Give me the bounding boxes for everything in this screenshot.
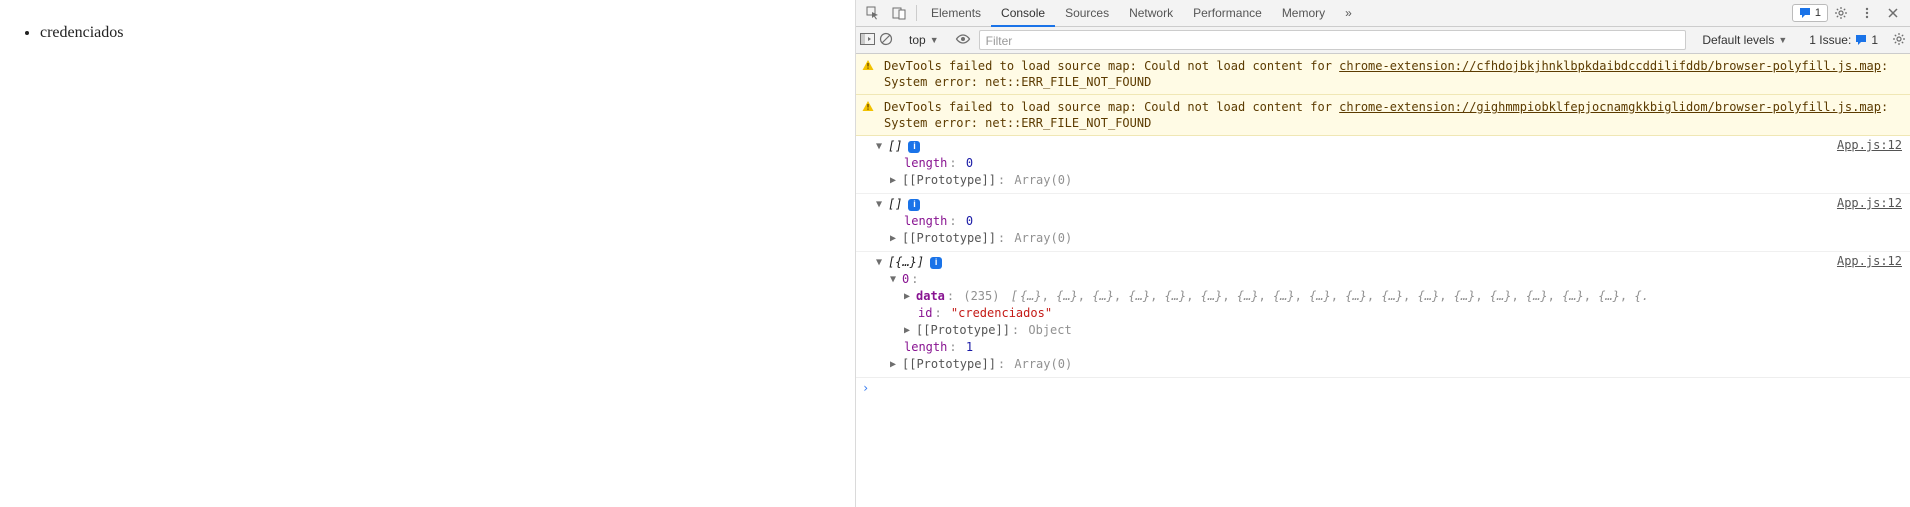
separator bbox=[916, 5, 917, 21]
obj-value: 0 bbox=[966, 155, 973, 172]
message-icon bbox=[1855, 34, 1867, 46]
console-toolbar: top ▼ Filter Default levels ▼ 1 Issue: 1 bbox=[856, 27, 1910, 54]
console-prompt[interactable]: › bbox=[856, 377, 1910, 397]
expand-arrow-icon[interactable] bbox=[876, 196, 886, 213]
obj-key: length bbox=[904, 339, 947, 356]
warning-icon bbox=[862, 100, 876, 115]
console-log[interactable]: [{…}]i 0: data: (235) [{…}, {…}, {…}, {…… bbox=[856, 252, 1910, 377]
issues-link[interactable]: 1 Issue: 1 bbox=[1803, 30, 1884, 50]
tab-console[interactable]: Console bbox=[991, 0, 1055, 27]
live-expression-icon[interactable] bbox=[955, 33, 971, 48]
obj-key: [[Prototype]] bbox=[916, 322, 1010, 339]
levels-label: Default levels bbox=[1702, 30, 1774, 50]
console-output: DevTools failed to load source map: Coul… bbox=[856, 54, 1910, 507]
obj-value: "credenciados" bbox=[951, 305, 1052, 322]
obj-key: 0 bbox=[902, 271, 909, 288]
tab-memory[interactable]: Memory bbox=[1272, 0, 1335, 27]
expand-arrow-icon[interactable] bbox=[890, 356, 900, 373]
info-icon[interactable]: i bbox=[908, 141, 920, 153]
sidebar-toggle-icon[interactable] bbox=[860, 33, 875, 48]
obj-key: [[Prototype]] bbox=[902, 172, 996, 189]
info-icon[interactable]: i bbox=[930, 257, 942, 269]
issues-count: 1 bbox=[1871, 33, 1878, 47]
console-log[interactable]: []i length: 0 [[Prototype]]: Array(0) Ap… bbox=[856, 194, 1910, 252]
source-link[interactable]: App.js:12 bbox=[1837, 136, 1902, 152]
list-item: credenciados bbox=[40, 24, 837, 42]
obj-value: Object bbox=[1028, 322, 1071, 339]
inspect-element-icon[interactable] bbox=[860, 0, 886, 26]
obj-key: length bbox=[904, 213, 947, 230]
close-icon[interactable] bbox=[1880, 0, 1906, 26]
chevron-down-icon: ▼ bbox=[930, 30, 939, 50]
filter-input[interactable]: Filter bbox=[979, 30, 1687, 50]
console-warning[interactable]: DevTools failed to load source map: Coul… bbox=[856, 95, 1910, 136]
badge-count: 1 bbox=[1815, 7, 1821, 19]
obj-key: data bbox=[916, 288, 945, 305]
expand-arrow-icon[interactable] bbox=[890, 230, 900, 247]
chevron-down-icon: ▼ bbox=[1778, 30, 1787, 50]
warning-text: DevTools failed to load source map: Coul… bbox=[884, 58, 1902, 90]
devtools-tabs: Elements Console Sources Network Perform… bbox=[856, 0, 1910, 27]
warning-text: DevTools failed to load source map: Coul… bbox=[884, 99, 1902, 131]
device-toolbar-icon[interactable] bbox=[886, 0, 912, 26]
expand-arrow-icon[interactable] bbox=[876, 138, 886, 155]
data-count: (235) bbox=[963, 288, 999, 305]
expand-arrow-icon[interactable] bbox=[890, 172, 900, 189]
info-icon[interactable]: i bbox=[908, 199, 920, 211]
log-preview: [] bbox=[888, 196, 902, 213]
obj-key: length bbox=[904, 155, 947, 172]
warning-icon bbox=[862, 59, 876, 74]
obj-value: Array(0) bbox=[1014, 356, 1072, 373]
expand-arrow-icon[interactable] bbox=[904, 322, 914, 339]
log-preview: [{…}] bbox=[888, 254, 924, 271]
issues-label: 1 Issue: bbox=[1809, 33, 1851, 47]
console-settings-gear-icon[interactable] bbox=[1892, 32, 1906, 49]
message-icon bbox=[1799, 7, 1811, 19]
warning-url[interactable]: chrome-extension://cfhdojbkjhnklbpkdaibd… bbox=[1339, 59, 1881, 73]
warning-url[interactable]: chrome-extension://gighmmpiobklfepjocnam… bbox=[1339, 100, 1881, 114]
expand-arrow-icon[interactable] bbox=[876, 254, 886, 271]
tab-elements[interactable]: Elements bbox=[921, 0, 991, 27]
obj-value: 1 bbox=[966, 339, 973, 356]
kebab-menu-icon[interactable] bbox=[1854, 0, 1880, 26]
log-preview: [] bbox=[888, 138, 902, 155]
expand-arrow-icon[interactable] bbox=[904, 288, 914, 305]
chevron-right-icon: › bbox=[862, 381, 869, 395]
console-warning[interactable]: DevTools failed to load source map: Coul… bbox=[856, 54, 1910, 95]
tab-sources[interactable]: Sources bbox=[1055, 0, 1119, 27]
tab-performance[interactable]: Performance bbox=[1183, 0, 1272, 27]
obj-value: Array(0) bbox=[1014, 230, 1072, 247]
tab-more[interactable]: » bbox=[1335, 0, 1362, 27]
obj-value: 0 bbox=[966, 213, 973, 230]
obj-key: id bbox=[918, 305, 932, 322]
page-content: credenciados bbox=[0, 0, 856, 507]
obj-key: [[Prototype]] bbox=[902, 230, 996, 247]
console-errors-badge[interactable]: 1 bbox=[1792, 4, 1828, 22]
settings-gear-icon[interactable] bbox=[1828, 0, 1854, 26]
obj-value: Array(0) bbox=[1014, 172, 1072, 189]
obj-key: [[Prototype]] bbox=[902, 356, 996, 373]
devtools-panel: Elements Console Sources Network Perform… bbox=[856, 0, 1910, 507]
page-list: credenciados bbox=[18, 24, 837, 42]
context-selector[interactable]: top ▼ bbox=[901, 30, 947, 50]
log-levels-dropdown[interactable]: Default levels ▼ bbox=[1694, 30, 1795, 50]
clear-console-icon[interactable] bbox=[879, 32, 893, 49]
expand-arrow-icon[interactable] bbox=[890, 271, 900, 288]
source-link[interactable]: App.js:12 bbox=[1837, 252, 1902, 268]
source-link[interactable]: App.js:12 bbox=[1837, 194, 1902, 210]
context-label: top bbox=[909, 30, 926, 50]
console-log[interactable]: []i length: 0 [[Prototype]]: Array(0) Ap… bbox=[856, 136, 1910, 194]
array-preview: {…}, {…}, {…}, {…}, {…}, {…}, {…}, {…}, … bbox=[1020, 288, 1649, 305]
tab-network[interactable]: Network bbox=[1119, 0, 1183, 27]
